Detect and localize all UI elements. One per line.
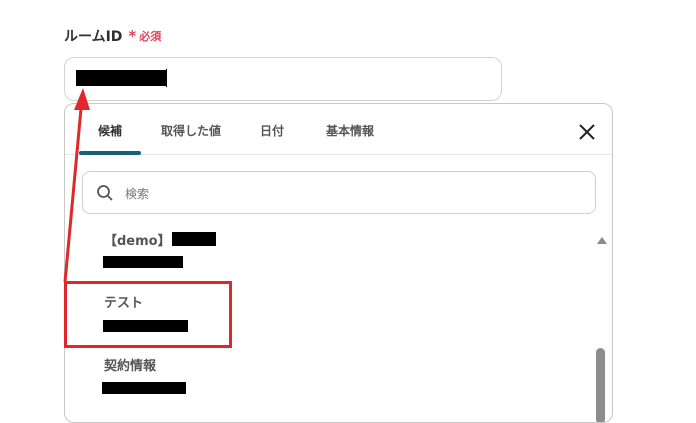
tab-fetched-values[interactable]: 取得した値	[157, 122, 225, 154]
room-id-label-text: ルームID	[64, 29, 123, 45]
search-input[interactable]	[123, 182, 577, 206]
redacted-subtext	[102, 382, 186, 394]
list-item[interactable]: テスト	[65, 284, 595, 342]
tab-candidates[interactable]: 候補	[79, 122, 141, 155]
panel-tabs: 候補 取得した値 日付 基本情報	[65, 104, 612, 155]
list-item[interactable]: 契約情報	[65, 347, 595, 405]
required-asterisk: *	[128, 27, 137, 45]
tab-candidates-label: 候補	[97, 124, 122, 138]
tab-basic-info-label: 基本情報	[325, 124, 374, 138]
tab-fetched-values-label: 取得した値	[160, 124, 221, 138]
redacted-value	[76, 70, 166, 86]
room-id-label: ルームID * 必須	[64, 26, 161, 46]
tab-date-label: 日付	[259, 124, 284, 138]
search-icon	[96, 184, 114, 202]
list-item-title: 【demo】	[104, 234, 171, 249]
search-box	[82, 171, 596, 214]
redacted-title-suffix	[172, 232, 216, 246]
candidate-list: 【demo】 テスト 契約情報	[65, 222, 595, 422]
scrollbar-thumb[interactable]	[596, 348, 605, 422]
required-text: 必須	[139, 30, 162, 43]
list-item-title: 契約情報	[104, 359, 157, 374]
close-icon	[579, 124, 595, 140]
redacted-subtext	[103, 256, 183, 268]
list-item-title: テスト	[104, 296, 144, 311]
room-id-input[interactable]	[64, 57, 502, 101]
list-item[interactable]: 【demo】	[65, 222, 595, 280]
scroll-up-icon[interactable]	[597, 237, 607, 244]
candidate-panel: 候補 取得した値 日付 基本情報 【demo】	[64, 103, 613, 423]
text-caret	[166, 69, 167, 87]
tab-date[interactable]: 日付	[249, 122, 295, 154]
redacted-subtext	[103, 320, 188, 332]
close-button[interactable]	[576, 121, 598, 143]
tab-basic-info[interactable]: 基本情報	[315, 122, 385, 154]
